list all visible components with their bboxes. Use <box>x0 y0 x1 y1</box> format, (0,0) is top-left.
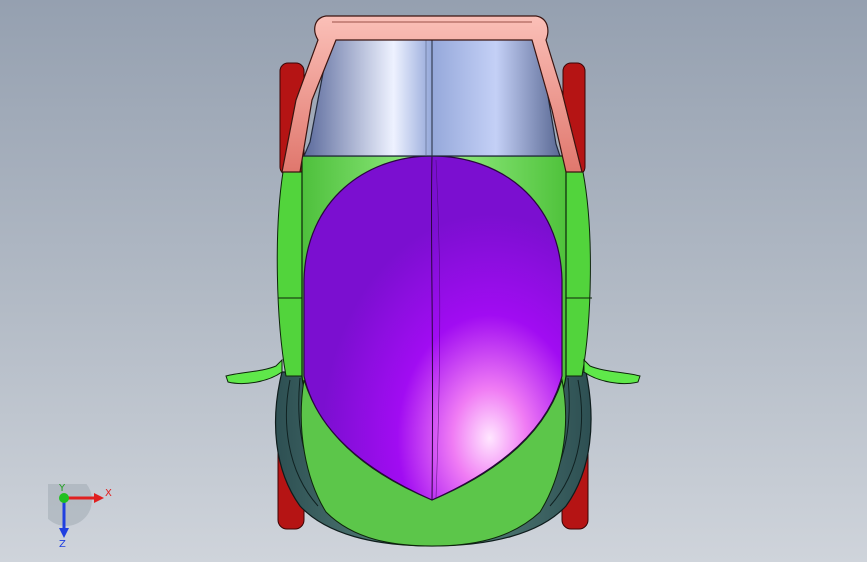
mirror-left[interactable] <box>225 358 283 385</box>
coordinate-triad[interactable]: X Y Z <box>40 474 118 550</box>
z-axis-label: Z <box>59 539 66 548</box>
side-pod-left[interactable] <box>276 171 305 377</box>
side-pod-right[interactable] <box>563 171 591 377</box>
3d-model-car-top-view[interactable] <box>0 0 867 562</box>
x-axis-label: X <box>105 488 112 499</box>
triad-shadow <box>40 474 92 526</box>
mirror-right[interactable] <box>583 358 641 385</box>
graphics-viewport[interactable]: X Y Z <box>0 0 867 562</box>
y-axis-dot <box>59 493 69 503</box>
x-axis-arrowhead <box>94 493 104 503</box>
y-axis-label: Y <box>58 484 66 494</box>
z-axis-arrowhead <box>59 528 69 538</box>
